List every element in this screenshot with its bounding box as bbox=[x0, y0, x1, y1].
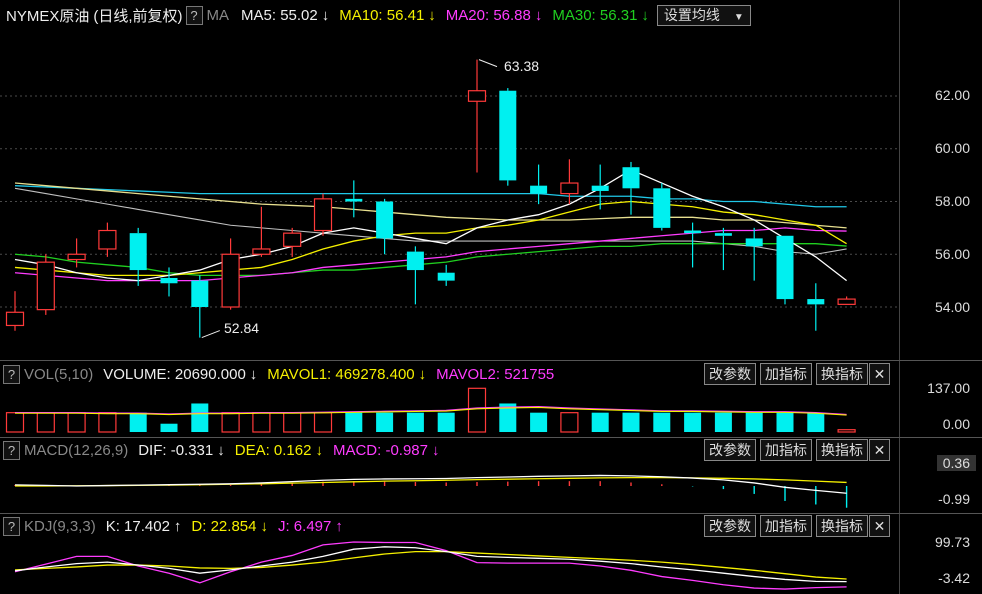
vol-tick: 137.00 bbox=[927, 380, 970, 396]
volume-bar bbox=[283, 412, 302, 433]
volume-bar bbox=[376, 412, 394, 432]
volume-bar bbox=[714, 412, 732, 432]
candle-body bbox=[160, 277, 178, 284]
volume-bar bbox=[684, 412, 702, 432]
macd-tick: -0.99 bbox=[938, 491, 970, 507]
chart-canvas bbox=[0, 59, 900, 590]
volume-bar bbox=[745, 412, 763, 432]
price-tick: 54.00 bbox=[934, 299, 970, 315]
candle-body bbox=[437, 272, 455, 281]
volume-bar bbox=[837, 429, 856, 433]
high-pointer bbox=[478, 59, 498, 68]
candle-body bbox=[98, 229, 117, 250]
volume-bar bbox=[345, 412, 363, 432]
candle-body bbox=[591, 185, 609, 191]
volume-bar bbox=[36, 412, 55, 433]
price-tick: 56.00 bbox=[934, 246, 970, 262]
candle-body bbox=[345, 198, 363, 202]
candle-body bbox=[622, 167, 640, 189]
candle-body bbox=[745, 238, 763, 247]
candle-body bbox=[5, 311, 25, 327]
candle-body bbox=[191, 280, 209, 307]
candle-body bbox=[776, 235, 794, 300]
volume-bar bbox=[653, 412, 671, 432]
macd-axis: 0.36 -0.99 bbox=[900, 438, 982, 512]
candle-body bbox=[499, 90, 517, 181]
kdj-tick: -3.42 bbox=[938, 570, 970, 586]
volume-bar bbox=[807, 412, 825, 432]
candle-body bbox=[36, 261, 55, 311]
volume-bar bbox=[191, 403, 209, 432]
candle-body bbox=[653, 188, 671, 228]
volume-bar bbox=[530, 412, 548, 432]
volume-bar bbox=[129, 412, 147, 432]
volume-bar bbox=[560, 412, 579, 433]
candle-body bbox=[684, 230, 702, 234]
vol-axis: 137.00 0.00 bbox=[900, 362, 982, 436]
kdj-tick: 99.73 bbox=[934, 534, 970, 550]
candle-body bbox=[406, 251, 424, 271]
volume-bar bbox=[591, 412, 609, 432]
candle-body bbox=[714, 233, 732, 236]
candle-body bbox=[221, 253, 240, 308]
volume-bar bbox=[67, 412, 86, 433]
candle-body bbox=[67, 253, 86, 261]
price-tick: 60.00 bbox=[934, 140, 970, 156]
vol-tick: 0.00 bbox=[942, 416, 970, 432]
volume-bar bbox=[406, 412, 424, 432]
candle-body bbox=[252, 248, 271, 255]
price-axis: 62.00 60.00 58.00 56.00 54.00 bbox=[900, 0, 982, 360]
candle-body bbox=[376, 201, 394, 239]
volume-bar bbox=[437, 412, 455, 432]
kdj-axis: 99.73 -3.42 bbox=[900, 514, 982, 594]
volume-bar bbox=[622, 412, 640, 432]
macd-tick: 0.36 bbox=[936, 455, 976, 471]
candle-body bbox=[129, 233, 147, 271]
low-pointer bbox=[201, 330, 220, 339]
candle-body bbox=[530, 185, 548, 194]
volume-bar bbox=[5, 412, 25, 433]
volume-bar bbox=[313, 412, 333, 433]
candle-body bbox=[313, 198, 333, 232]
price-tick: 58.00 bbox=[934, 193, 970, 209]
price-tick: 62.00 bbox=[934, 87, 970, 103]
long-ma-line bbox=[14, 182, 847, 229]
candle-body bbox=[807, 299, 825, 305]
candle-body bbox=[283, 232, 302, 247]
candle-body bbox=[560, 182, 579, 195]
volume-bar bbox=[221, 412, 240, 433]
long-ma-line bbox=[14, 185, 847, 208]
volume-bar bbox=[467, 387, 487, 433]
candle-body bbox=[467, 90, 487, 102]
volume-bar bbox=[98, 412, 117, 433]
volume-bar bbox=[160, 423, 178, 432]
volume-bar bbox=[776, 412, 794, 432]
volume-bar bbox=[252, 412, 271, 433]
candle-body bbox=[837, 298, 856, 305]
